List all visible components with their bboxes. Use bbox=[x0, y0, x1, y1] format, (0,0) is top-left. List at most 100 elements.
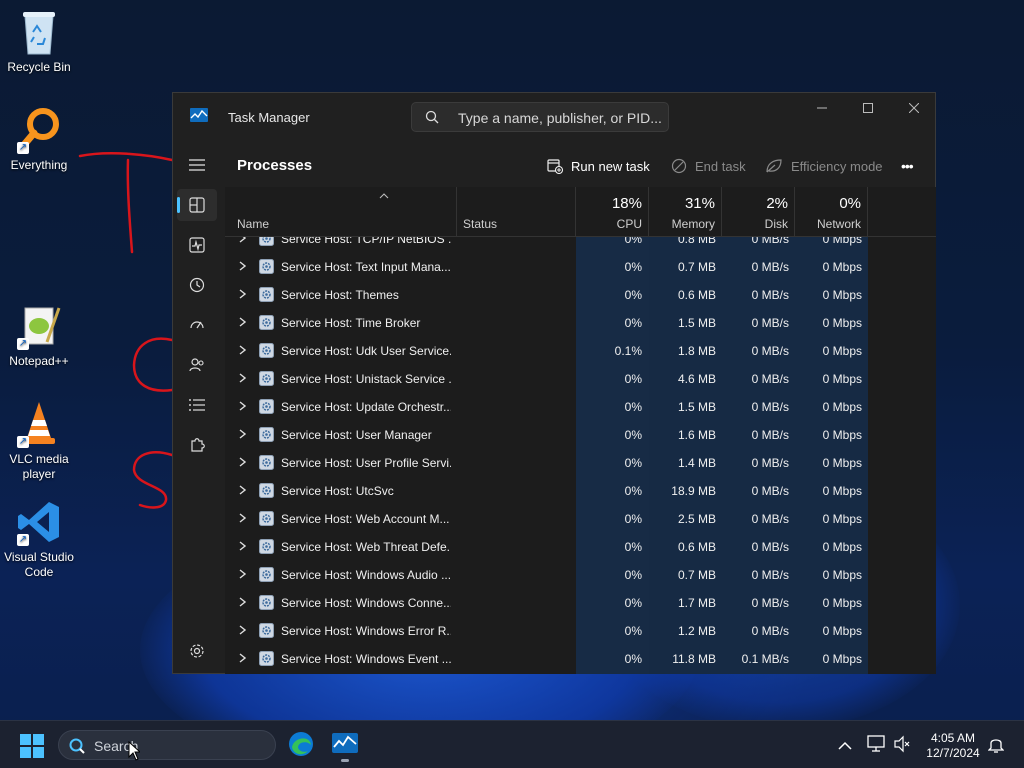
start-button[interactable] bbox=[20, 734, 44, 763]
process-name: Service Host: Windows Audio ... bbox=[281, 568, 451, 582]
desktop-icon-recycle-bin[interactable]: Recycle Bin bbox=[0, 8, 78, 75]
desktop-icon-notepadpp[interactable]: ↗ Notepad++ bbox=[0, 302, 78, 369]
column-header-cpu[interactable]: 18% CPU bbox=[576, 187, 649, 236]
minimize-button[interactable] bbox=[799, 93, 845, 123]
notifications-button[interactable] bbox=[987, 735, 1005, 758]
more-options-button[interactable]: ••• bbox=[901, 155, 914, 177]
chevron-right-icon[interactable] bbox=[239, 513, 246, 523]
process-memory: 1.7 MB bbox=[677, 596, 716, 610]
desktop-icon-vscode[interactable]: ↗ Visual Studio Code bbox=[0, 498, 78, 580]
chevron-right-icon[interactable] bbox=[239, 401, 246, 411]
nav-settings[interactable] bbox=[177, 635, 217, 667]
process-row[interactable]: Service Host: Windows Conne... 0% 1.7 MB 0 … bbox=[225, 589, 936, 617]
chevron-right-icon[interactable] bbox=[239, 429, 246, 439]
process-row[interactable]: Service Host: Text Input Mana... 0% 0.7 MB… bbox=[225, 253, 936, 281]
maximize-button[interactable] bbox=[845, 93, 891, 123]
process-memory: 1.6 MB bbox=[677, 428, 716, 442]
nav-performance[interactable] bbox=[177, 229, 217, 261]
processes-table: Name Status 18% CPU 31% Memory 2% Disk 0… bbox=[225, 187, 936, 674]
taskbar-edge-button[interactable] bbox=[288, 731, 314, 762]
process-row[interactable]: Service Host: User Profile Servi... 0% 1.4… bbox=[225, 449, 936, 477]
chevron-right-icon[interactable] bbox=[239, 457, 246, 467]
process-name: Service Host: Web Account M... bbox=[281, 512, 450, 526]
search-input[interactable] bbox=[456, 107, 665, 129]
chevron-right-icon[interactable] bbox=[239, 317, 246, 327]
process-row[interactable]: Service Host: Windows Error R... 0% 1.2 MB… bbox=[225, 617, 936, 645]
process-disk: 0.1 MB/s bbox=[741, 652, 789, 666]
process-cpu: 0% bbox=[624, 652, 642, 666]
column-header-memory[interactable]: 31% Memory bbox=[649, 187, 722, 236]
process-name: Service Host: TCP/IP NetBIOS ... bbox=[281, 237, 451, 246]
gear-icon bbox=[190, 644, 204, 658]
chevron-right-icon[interactable] bbox=[239, 569, 246, 579]
process-network: 0 Mbps bbox=[822, 484, 862, 498]
chevron-right-icon[interactable] bbox=[239, 237, 246, 243]
process-row[interactable]: Service Host: Themes 0% 0.6 MB 0 MB/s 0 Mbps bbox=[225, 281, 936, 309]
process-row[interactable]: Service Host: Update Orchestr... 0% 1.5 MB… bbox=[225, 393, 936, 421]
running-indicator bbox=[341, 759, 349, 762]
page-title: Processes bbox=[237, 157, 313, 174]
process-memory: 0.7 MB bbox=[677, 568, 716, 582]
nav-services[interactable] bbox=[177, 429, 217, 461]
service-host-gear-icon bbox=[259, 399, 274, 414]
hamburger-menu-button[interactable] bbox=[177, 149, 217, 181]
process-search-box[interactable] bbox=[411, 102, 669, 132]
process-memory: 1.5 MB bbox=[677, 316, 716, 330]
nav-details[interactable] bbox=[177, 389, 217, 421]
chevron-right-icon[interactable] bbox=[239, 373, 246, 383]
taskbar-search-box[interactable]: Search bbox=[58, 730, 276, 760]
process-network: 0 Mbps bbox=[822, 372, 862, 386]
column-header-network[interactable]: 0% Network bbox=[795, 187, 868, 236]
vscode-icon: ↗ bbox=[15, 498, 63, 546]
process-disk: 0 MB/s bbox=[751, 456, 789, 470]
process-row[interactable]: Service Host: Unistack Service ... 0% 4.6 … bbox=[225, 365, 936, 393]
column-name-label: Name bbox=[237, 217, 270, 231]
process-row[interactable]: Service Host: UtcSvc 0% 18.9 MB 0 MB/s 0 Mbp… bbox=[225, 477, 936, 505]
chevron-right-icon[interactable] bbox=[239, 261, 246, 271]
chevron-right-icon[interactable] bbox=[239, 541, 246, 551]
service-host-gear-icon bbox=[259, 511, 274, 526]
column-header-name[interactable]: Name bbox=[225, 187, 457, 236]
end-task-button[interactable]: End task bbox=[671, 155, 746, 177]
process-row[interactable]: Service Host: User Manager 0% 1.6 MB 0 MB/s… bbox=[225, 421, 936, 449]
nav-processes[interactable] bbox=[177, 189, 217, 221]
title-bar[interactable]: Task Manager bbox=[173, 93, 935, 141]
show-hidden-icons-button[interactable] bbox=[838, 738, 852, 756]
column-status-label: Status bbox=[463, 217, 498, 231]
chevron-right-icon[interactable] bbox=[239, 597, 246, 607]
disk-total-percent: 2% bbox=[766, 195, 788, 212]
process-name: Service Host: Windows Event ... bbox=[281, 652, 451, 666]
column-header-status[interactable]: Status bbox=[457, 187, 576, 236]
efficiency-mode-button[interactable]: Efficiency mode bbox=[765, 155, 883, 177]
process-row[interactable]: Service Host: Web Account M... 0% 2.5 MB 0 … bbox=[225, 505, 936, 533]
process-row[interactable]: Service Host: Web Threat Defe... 0% 0.6 MB… bbox=[225, 533, 936, 561]
desktop-icon-everything[interactable]: ↗ Everything bbox=[0, 106, 78, 173]
system-clock[interactable]: 4:05 AM 12/7/2024 bbox=[918, 731, 988, 761]
close-button[interactable] bbox=[891, 93, 937, 123]
nav-app-history[interactable] bbox=[177, 269, 217, 301]
process-row[interactable]: Service Host: Udk User Service... 0.1% 1.8… bbox=[225, 337, 936, 365]
desktop-icon-vlc[interactable]: ↗ VLC media player bbox=[0, 400, 78, 482]
chevron-right-icon[interactable] bbox=[239, 653, 246, 663]
desktop-icon-label: Recycle Bin bbox=[7, 60, 71, 74]
process-row[interactable]: Service Host: Windows Audio ... 0% 0.7 MB 0… bbox=[225, 561, 936, 589]
column-header-disk[interactable]: 2% Disk bbox=[722, 187, 795, 236]
chevron-right-icon[interactable] bbox=[239, 485, 246, 495]
nav-users[interactable] bbox=[177, 349, 217, 381]
chevron-right-icon[interactable] bbox=[239, 289, 246, 299]
service-host-gear-icon bbox=[259, 567, 274, 582]
run-new-task-button[interactable]: Run new task bbox=[547, 155, 650, 177]
process-disk: 0 MB/s bbox=[751, 344, 789, 358]
network-status-button[interactable] bbox=[867, 735, 887, 758]
chevron-right-icon[interactable] bbox=[239, 625, 246, 635]
process-row[interactable]: Service Host: Windows Event ... 0% 11.8 MB… bbox=[225, 645, 936, 673]
process-network: 0 Mbps bbox=[822, 512, 862, 526]
nav-startup-apps[interactable] bbox=[177, 309, 217, 341]
taskbar-task-manager-button[interactable] bbox=[332, 733, 358, 762]
process-memory: 0.6 MB bbox=[677, 288, 716, 302]
volume-button[interactable] bbox=[893, 735, 911, 758]
process-row[interactable]: Service Host: TCP/IP NetBIOS ... 0% 0.8 MB… bbox=[225, 237, 936, 253]
bell-icon bbox=[987, 739, 1005, 753]
chevron-right-icon[interactable] bbox=[239, 345, 246, 355]
process-row[interactable]: Service Host: Time Broker 0% 1.5 MB 0 MB/s 0… bbox=[225, 309, 936, 337]
